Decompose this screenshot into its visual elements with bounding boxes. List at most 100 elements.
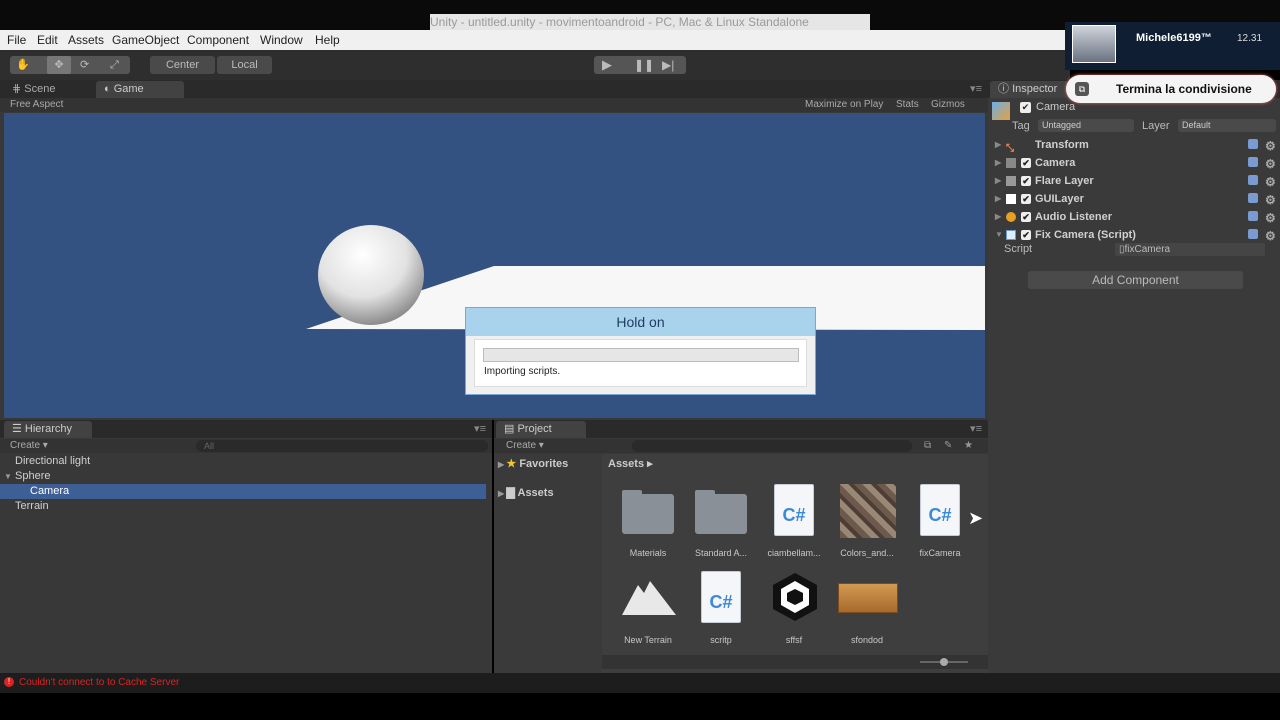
hierarchy-item[interactable]: Directional light bbox=[0, 454, 486, 469]
reference-icon[interactable] bbox=[1248, 229, 1258, 239]
gear-icon[interactable]: ⚙ bbox=[1265, 209, 1276, 227]
scale-tool-icon[interactable]: ⤢ bbox=[110, 56, 119, 74]
menu-component[interactable]: Component bbox=[187, 33, 249, 47]
asset-item[interactable]: sffsf bbox=[759, 571, 829, 645]
hand-tool-icon[interactable]: ✋ bbox=[16, 56, 30, 74]
material-icon bbox=[838, 583, 898, 613]
menu-edit[interactable]: Edit bbox=[37, 33, 58, 47]
asset-item[interactable]: Standard A... bbox=[686, 488, 756, 558]
gear-icon[interactable]: ⚙ bbox=[1265, 191, 1276, 209]
asset-item[interactable]: Colors_and... bbox=[832, 484, 902, 558]
status-bar: ! Couldn't connect to to Cache Server bbox=[0, 673, 1280, 693]
gear-icon[interactable]: ⚙ bbox=[1265, 227, 1276, 245]
reference-icon[interactable] bbox=[1248, 139, 1258, 149]
component-audio-listener[interactable]: ▶ ✔ Audio Listener ⚙ bbox=[992, 208, 1280, 226]
aspect-dropdown[interactable]: Free Aspect bbox=[10, 98, 63, 112]
play-icon[interactable]: ▶ bbox=[602, 56, 612, 74]
rotate-tool-icon[interactable]: ⟳ bbox=[80, 56, 89, 74]
avatar bbox=[1072, 25, 1116, 63]
gear-icon[interactable]: ⚙ bbox=[1265, 173, 1276, 191]
menu-gameobject[interactable]: GameObject bbox=[112, 33, 179, 47]
component-guilayer[interactable]: ▶ ✔ GUILayer ⚙ bbox=[992, 190, 1280, 208]
maximize-on-play-toggle[interactable]: Maximize on Play bbox=[805, 98, 883, 112]
project-breadcrumb[interactable]: Assets ▸ bbox=[608, 457, 653, 470]
component-enabled-checkbox[interactable]: ✔ bbox=[1021, 194, 1031, 204]
panel-menu-icon[interactable]: ▾≡ bbox=[970, 422, 982, 435]
asset-item[interactable]: C# fixCamera bbox=[905, 484, 975, 558]
gizmos-dropdown[interactable]: Gizmos bbox=[931, 98, 965, 112]
script-object-field[interactable]: ▯fixCamera bbox=[1115, 243, 1265, 256]
filter-label-icon[interactable]: ✎ bbox=[944, 439, 952, 453]
tab-hierarchy[interactable]: ☰ Hierarchy bbox=[4, 421, 92, 438]
game-subbar: Free Aspect Maximize on Play Stats Gizmo… bbox=[0, 98, 988, 112]
playback-controls: ▶ ❚❚ ▶| bbox=[594, 56, 686, 74]
hierarchy-search-input[interactable]: All bbox=[196, 440, 488, 452]
asset-item[interactable]: C# scritp bbox=[686, 571, 756, 645]
project-subbar: Create ▾ ⧉ ✎ ★ bbox=[494, 439, 988, 453]
pause-icon[interactable]: ❚❚ bbox=[634, 56, 654, 74]
add-component-button[interactable]: Add Component bbox=[1028, 271, 1243, 289]
favorites-node[interactable]: ▶ ★ Favorites bbox=[498, 457, 568, 470]
stop-sharing-button[interactable]: ⧉ Termina la condivisione bbox=[1066, 75, 1276, 103]
asset-item[interactable]: C# ciambellam... bbox=[759, 484, 829, 558]
menu-help[interactable]: Help bbox=[315, 33, 340, 47]
gameobject-active-checkbox[interactable]: ✔ bbox=[1020, 102, 1031, 113]
filter-type-icon[interactable]: ⧉ bbox=[924, 439, 931, 453]
step-icon[interactable]: ▶| bbox=[662, 56, 674, 74]
assets-node[interactable]: ▶ ▇ Assets bbox=[498, 486, 554, 499]
gear-icon[interactable]: ⚙ bbox=[1265, 137, 1276, 155]
project-search-input[interactable] bbox=[632, 440, 912, 452]
csharp-script-icon: C# bbox=[774, 484, 814, 536]
reference-icon[interactable] bbox=[1248, 175, 1258, 185]
hierarchy-item[interactable]: Terrain bbox=[0, 499, 486, 514]
tab-inspector[interactable]: ⓘ Inspector bbox=[990, 81, 1070, 98]
menu-file[interactable]: File bbox=[7, 33, 26, 47]
pivot-center-button[interactable]: Center bbox=[150, 56, 215, 74]
tab-game[interactable]: ◐ Game bbox=[96, 81, 184, 98]
status-error-message[interactable]: Couldn't connect to to Cache Server bbox=[19, 677, 179, 688]
tag-dropdown[interactable]: Untagged bbox=[1038, 119, 1134, 132]
favorite-star-icon[interactable]: ★ bbox=[964, 439, 973, 453]
asset-item[interactable]: sfondod bbox=[832, 571, 902, 645]
move-tool-icon[interactable]: ✥ bbox=[47, 56, 71, 74]
reference-icon[interactable] bbox=[1248, 193, 1258, 203]
hierarchy-item-selected[interactable]: Camera bbox=[0, 484, 486, 499]
gameobject-name[interactable]: Camera bbox=[1036, 101, 1075, 113]
panel-menu-icon[interactable]: ▾≡ bbox=[474, 422, 486, 435]
hierarchy-create-button[interactable]: Create ▾ bbox=[10, 439, 48, 453]
panel-menu-icon[interactable]: ▾≡ bbox=[970, 82, 982, 95]
menu-bar: File Edit Assets GameObject Component Wi… bbox=[0, 30, 1070, 50]
project-tabbar: ▤ Project ▾≡ bbox=[494, 420, 988, 438]
project-panel: ▤ Project ▾≡ Create ▾ ⧉ ✎ ★ ▶ ★ Favorite… bbox=[494, 420, 988, 673]
hold-on-dialog: Hold on Importing scripts. bbox=[465, 307, 816, 395]
bottom-area: ! Couldn't connect to to Cache Server bbox=[0, 673, 1280, 720]
project-create-button[interactable]: Create ▾ bbox=[506, 439, 544, 453]
camera-icon bbox=[1006, 158, 1016, 168]
pivot-local-button[interactable]: Local bbox=[217, 56, 272, 74]
stats-toggle[interactable]: Stats bbox=[896, 98, 919, 112]
component-fix-camera-script[interactable]: ▼ ✔ Fix Camera (Script) ⚙ bbox=[992, 226, 1280, 244]
icon-size-slider-thumb[interactable] bbox=[940, 658, 948, 666]
csharp-script-icon: C# bbox=[701, 571, 741, 623]
component-enabled-checkbox[interactable]: ✔ bbox=[1021, 230, 1031, 240]
component-enabled-checkbox[interactable]: ✔ bbox=[1021, 212, 1031, 222]
component-camera[interactable]: ▶ ✔ Camera ⚙ bbox=[992, 154, 1280, 172]
layer-dropdown[interactable]: Default bbox=[1178, 119, 1276, 132]
tab-scene[interactable]: ⋕ Scene bbox=[4, 81, 88, 98]
asset-item[interactable]: New Terrain bbox=[613, 571, 683, 645]
gear-icon[interactable]: ⚙ bbox=[1265, 155, 1276, 173]
tab-project[interactable]: ▤ Project bbox=[496, 421, 586, 438]
component-enabled-checkbox[interactable]: ✔ bbox=[1021, 158, 1031, 168]
reference-icon[interactable] bbox=[1248, 211, 1258, 221]
component-enabled-checkbox[interactable]: ✔ bbox=[1021, 176, 1031, 186]
reference-icon[interactable] bbox=[1248, 157, 1258, 167]
import-progress-bar bbox=[483, 348, 799, 362]
hierarchy-item[interactable]: ▼ Sphere bbox=[0, 469, 486, 484]
component-transform[interactable]: ▶ ⤡ Transform ⚙ bbox=[992, 136, 1280, 154]
component-flare-layer[interactable]: ▶ ✔ Flare Layer ⚙ bbox=[992, 172, 1280, 190]
texture-icon bbox=[840, 484, 896, 538]
asset-item[interactable]: Materials bbox=[613, 488, 683, 558]
error-icon: ! bbox=[4, 677, 14, 687]
menu-window[interactable]: Window bbox=[260, 33, 303, 47]
menu-assets[interactable]: Assets bbox=[68, 33, 104, 47]
